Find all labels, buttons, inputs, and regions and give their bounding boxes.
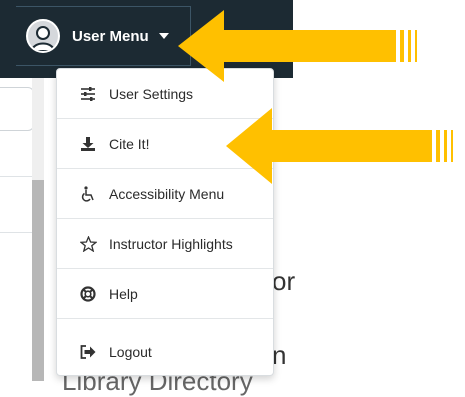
scrollbar-track xyxy=(32,78,44,180)
user-menu-label: User Menu xyxy=(72,27,149,45)
background-heading-fragment: n xyxy=(272,340,287,370)
menu-item-logout[interactable]: Logout xyxy=(57,327,273,377)
annotation-arrow-left-icon xyxy=(226,108,453,184)
scrollbar-thumb[interactable] xyxy=(32,180,44,381)
menu-item-label: User Settings xyxy=(109,85,194,102)
menu-item-label: Accessibility Menu xyxy=(109,185,225,202)
menu-item-label: Help xyxy=(109,285,138,302)
sliders-icon xyxy=(79,85,97,103)
background-heading-fragment: or xyxy=(272,266,296,296)
menu-item-help[interactable]: Help xyxy=(57,269,273,319)
user-menu-button[interactable]: User Menu xyxy=(16,6,191,66)
menu-item-label: Instructor Highlights xyxy=(109,235,233,252)
chevron-down-icon xyxy=(158,33,169,39)
star-icon xyxy=(79,235,97,253)
avatar-icon xyxy=(26,19,60,53)
annotation-arrow-left-icon xyxy=(178,10,417,82)
menu-item-label: Cite It! xyxy=(109,135,150,152)
menu-item-instructor-highlights[interactable]: Instructor Highlights xyxy=(57,219,273,269)
sign-out-icon xyxy=(79,343,97,361)
background-search-box xyxy=(0,87,34,131)
download-icon xyxy=(79,135,97,153)
wheelchair-icon xyxy=(79,185,97,203)
menu-item-label: Logout xyxy=(109,344,152,360)
lifebuoy-icon xyxy=(79,285,97,303)
